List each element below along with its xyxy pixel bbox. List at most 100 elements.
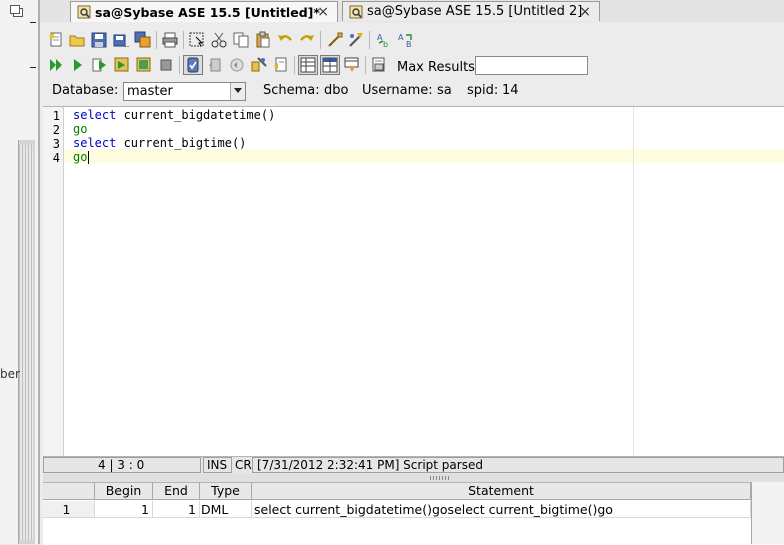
format-icon[interactable] (326, 31, 344, 49)
tab-untitled[interactable]: sa@Sybase ASE 15.5 [Untitled]* × (70, 1, 338, 23)
transaction-icon[interactable] (250, 56, 268, 74)
line-number: 3 (52, 137, 60, 151)
close-icon[interactable]: × (579, 4, 591, 20)
max-results-label: Max Results: (397, 60, 480, 75)
print-icon[interactable] (161, 31, 179, 49)
column-header-end[interactable]: End (153, 483, 200, 500)
spid-value: 14 (502, 83, 519, 98)
left-panel-divider (30, 67, 36, 68)
results-options-icon[interactable] (370, 56, 388, 74)
grid-results-icon[interactable] (298, 55, 318, 75)
left-panel-divider (30, 22, 36, 23)
copy-icon[interactable] (232, 31, 250, 49)
rollback-icon[interactable] (228, 56, 246, 74)
find-icon[interactable]: Ab (375, 31, 393, 49)
new-file-icon[interactable] (47, 31, 65, 49)
left-panel-scroll-thumb[interactable] (19, 145, 33, 540)
status-message: [7/31/2012 2:32:41 PM] Script parsed (257, 458, 483, 472)
execute-explain-icon[interactable] (135, 56, 153, 74)
line-number-gutter: 1 2 3 4 (43, 107, 64, 456)
export-results-icon[interactable] (343, 56, 361, 74)
sql-editor-icon (349, 5, 363, 19)
splitter-grip-icon[interactable] (430, 476, 450, 480)
cut-icon[interactable] (210, 31, 228, 49)
undo-icon[interactable] (276, 31, 294, 49)
tab-label: sa@Sybase ASE 15.5 [Untitled]* (95, 5, 320, 20)
sql-keyword: go (73, 122, 88, 136)
sql-keyword: go (73, 150, 88, 164)
select-all-icon[interactable] (188, 31, 206, 49)
chevron-down-icon[interactable] (230, 83, 245, 100)
column-header-statement[interactable]: Statement (252, 483, 751, 500)
code-text: current_bigtime() (116, 136, 247, 150)
database-select[interactable]: master (123, 82, 246, 101)
code-text: current_bigdatetime() (116, 108, 276, 122)
commit-icon[interactable] (206, 56, 224, 74)
toolbar-separator (294, 56, 295, 74)
svg-text:…: … (124, 40, 130, 49)
username-value: sa (437, 83, 452, 98)
execute-step-icon[interactable] (91, 56, 109, 74)
column-header-row-number[interactable] (43, 483, 95, 500)
toolbar-separator (369, 31, 370, 49)
comment-icon[interactable] (347, 31, 365, 49)
save-as-icon[interactable]: … (112, 31, 132, 49)
svg-text:b: b (383, 40, 388, 49)
sql-keyword: select (73, 136, 117, 150)
end-cell[interactable]: 1 (153, 501, 200, 518)
code-line[interactable]: go (73, 150, 87, 164)
statement-cell[interactable]: select current_bigdatetime()goselect cur… (252, 501, 751, 518)
editor-tab-bar: sa@Sybase ASE 15.5 [Untitled]* × sa@Syba… (40, 0, 784, 23)
toolbar-separator (183, 31, 184, 49)
history-icon[interactable] (272, 56, 290, 74)
left-panel-text: ber (0, 367, 20, 381)
database-label: Database: (52, 83, 119, 98)
database-value: master (127, 84, 173, 99)
toolbar-separator (320, 31, 321, 49)
toolbar-separator (365, 56, 366, 74)
cursor-position: 4 | 3 : 0 (98, 458, 145, 472)
sql-keyword: select (73, 108, 117, 122)
line-ending: CR (235, 458, 252, 472)
restore-window-icon[interactable] (2, 2, 30, 18)
line-number: 2 (52, 123, 60, 137)
save-icon[interactable] (90, 31, 108, 49)
save-all-icon[interactable] (134, 31, 152, 49)
print-margin (633, 107, 634, 456)
spid-label: spid: (467, 83, 499, 98)
text-results-icon[interactable] (320, 55, 340, 75)
text-caret (88, 151, 89, 164)
code-line[interactable]: select current_bigdatetime() (73, 108, 275, 122)
line-number: 4 (52, 151, 60, 165)
tab-untitled-2[interactable]: sa@Sybase ASE 15.5 [Untitled 2] × (342, 1, 600, 21)
auto-commit-icon[interactable] (183, 55, 203, 75)
results-empty-area (751, 482, 784, 544)
find-replace-icon[interactable]: AB (397, 31, 415, 49)
schema-label: Schema: (263, 83, 320, 98)
execute-icon[interactable] (69, 56, 87, 74)
current-line-highlight (64, 149, 784, 163)
code-line[interactable]: select current_bigtime() (73, 136, 246, 150)
column-header-type[interactable]: Type (200, 483, 252, 500)
stop-icon[interactable] (157, 56, 175, 74)
type-cell[interactable]: DML (200, 501, 252, 518)
paste-icon[interactable] (254, 31, 272, 49)
column-header-begin[interactable]: Begin (95, 483, 153, 500)
schema-value: dbo (324, 83, 349, 98)
toolbar-separator (156, 31, 157, 49)
redo-icon[interactable] (298, 31, 316, 49)
open-folder-icon[interactable] (68, 31, 86, 49)
insert-mode: INS (207, 458, 228, 472)
tab-label: sa@Sybase ASE 15.5 [Untitled 2] (367, 4, 583, 19)
max-results-input[interactable] (475, 56, 588, 75)
svg-text:B: B (406, 40, 412, 49)
results-splitter[interactable] (43, 474, 784, 482)
begin-cell[interactable]: 1 (95, 501, 153, 518)
svg-text:A: A (398, 33, 404, 42)
execute-all-icon[interactable] (47, 56, 65, 74)
username-label: Username: (362, 83, 433, 98)
execute-to-file-icon[interactable] (113, 56, 131, 74)
row-number-cell[interactable]: 1 (43, 501, 95, 518)
close-icon[interactable]: × (317, 4, 329, 20)
code-line[interactable]: go (73, 122, 87, 136)
